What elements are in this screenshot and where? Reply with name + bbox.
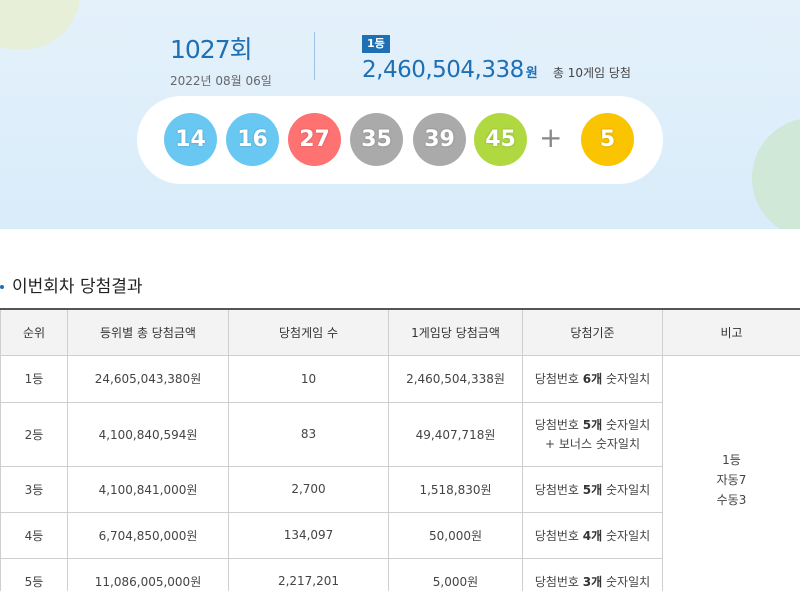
- criteria-text: 당첨번호: [534, 574, 583, 589]
- criteria-text: 당첨번호: [534, 372, 583, 386]
- rank-cell: 2등: [0, 401, 68, 467]
- decorative-circle-left: [0, 0, 80, 50]
- winning-games-cell: 134,097: [228, 511, 389, 559]
- criteria-count: 5개: [582, 418, 603, 432]
- rank-cell: 3등: [0, 465, 68, 513]
- prize-results-table: 순위 등위별 총 당첨금액 당첨게임 수 1게임당 당첨금액 당첨기준 비고 1…: [0, 308, 800, 591]
- rank-cell: 4등: [0, 511, 68, 559]
- criteria-count: 3개: [582, 574, 603, 589]
- bullet-icon: [0, 285, 4, 289]
- total-prize-cell: 4,100,840,594원: [67, 401, 229, 467]
- criteria-text: 숫자일치: [602, 372, 651, 386]
- prize-per-game-cell: 1,518,830원: [388, 465, 523, 513]
- currency-unit: 원: [525, 66, 538, 81]
- winning-ball-6: 45: [474, 113, 527, 166]
- winning-games-cell: 10: [228, 354, 389, 403]
- criteria-cell: 당첨번호 3개 숫자일치: [522, 557, 663, 591]
- criteria-count: 6개: [582, 372, 603, 386]
- winning-ball-5: 39: [413, 113, 466, 166]
- criteria-cell: 당첨번호 5개 숫자일치: [522, 465, 663, 513]
- winning-games-cell: 2,700: [228, 465, 389, 513]
- winning-ball-3: 27: [288, 113, 341, 166]
- note-auto-count: 자동7: [716, 472, 747, 487]
- winning-ball-4: 35: [350, 113, 403, 166]
- winning-games-cell: 2,217,201: [228, 557, 389, 591]
- rank-cell: 5등: [0, 557, 68, 591]
- draw-result-banner: 1027회 2022년 08월 06일 1등 2,460,504,338 원 총 …: [0, 0, 800, 229]
- total-prize-cell: 11,086,005,000원: [67, 557, 229, 591]
- criteria-cell: 당첨번호 6개 숫자일치: [522, 354, 663, 403]
- prize-per-game-cell: 5,000원: [388, 557, 523, 591]
- draw-date: 2022년 08월 06일: [170, 74, 272, 88]
- prize-per-game-cell: 2,460,504,338원: [388, 354, 523, 403]
- first-prize-amount: 2,460,504,338: [362, 57, 524, 83]
- criteria-count: 5개: [582, 482, 603, 497]
- decorative-circle-right: [752, 118, 800, 229]
- note-rank: 1등: [722, 452, 741, 467]
- prize-per-game-cell: 50,000원: [388, 511, 523, 559]
- winning-ball-2: 16: [226, 113, 279, 166]
- column-header-prize-per-game: 1게임당 당첨금액: [388, 308, 523, 356]
- note-cell: 1등 자동7 수동3: [662, 354, 800, 591]
- first-prize-winner-count: 총 10게임 당첨: [552, 66, 631, 80]
- winning-games-cell: 83: [228, 401, 389, 467]
- prize-per-game-cell: 49,407,718원: [388, 401, 523, 467]
- column-header-criteria: 당첨기준: [522, 308, 663, 356]
- section-title: 이번회차 당첨결과: [0, 272, 143, 297]
- first-prize-summary: 1등 2,460,504,338 원 총 10게임 당첨: [362, 32, 631, 83]
- winning-numbers-panel: 14 16 27 35 39 45 + 5: [137, 96, 663, 184]
- table-header-row: 순위 등위별 총 당첨금액 당첨게임 수 1게임당 당첨금액 당첨기준 비고: [0, 308, 800, 356]
- total-prize-cell: 4,100,841,000원: [67, 465, 229, 513]
- winning-ball-1: 14: [164, 113, 217, 166]
- criteria-bonus-text: + 보너스 숫자일치: [545, 437, 640, 451]
- column-header-total-prize: 등위별 총 당첨금액: [67, 308, 229, 356]
- criteria-text: 숫자일치: [602, 528, 651, 543]
- plus-icon: +: [539, 121, 563, 154]
- column-header-note: 비고: [662, 308, 800, 356]
- total-prize-cell: 24,605,043,380원: [67, 354, 229, 403]
- criteria-text: 숫자일치: [602, 574, 651, 589]
- bonus-ball: 5: [581, 113, 634, 166]
- rank-cell: 1등: [0, 354, 68, 403]
- criteria-text: 숫자일치: [602, 418, 651, 432]
- first-prize-badge: 1등: [362, 35, 390, 53]
- criteria-text: 숫자일치: [602, 482, 651, 497]
- table-row: 1등 24,605,043,380원 10 2,460,504,338원 당첨번…: [0, 354, 800, 591]
- column-header-rank: 순위: [0, 308, 68, 356]
- total-prize-cell: 6,704,850,000원: [67, 511, 229, 559]
- first-prize-amount-row: 2,460,504,338 원 총 10게임 당첨: [362, 57, 631, 83]
- divider: [314, 32, 315, 80]
- criteria-text: 당첨번호: [534, 482, 583, 497]
- criteria-cell: 당첨번호 4개 숫자일치: [522, 511, 663, 559]
- criteria-text: 당첨번호: [534, 528, 583, 543]
- note-manual-count: 수동3: [716, 492, 747, 507]
- column-header-winning-games: 당첨게임 수: [228, 308, 389, 356]
- section-title-text: 이번회차 당첨결과: [12, 277, 143, 297]
- round-info: 1027회 2022년 08월 06일: [170, 30, 272, 89]
- criteria-cell: 당첨번호 5개 숫자일치 + 보너스 숫자일치: [522, 401, 663, 467]
- criteria-text: 당첨번호: [534, 418, 583, 432]
- round-number: 1027회: [170, 35, 253, 64]
- criteria-count: 4개: [582, 528, 603, 543]
